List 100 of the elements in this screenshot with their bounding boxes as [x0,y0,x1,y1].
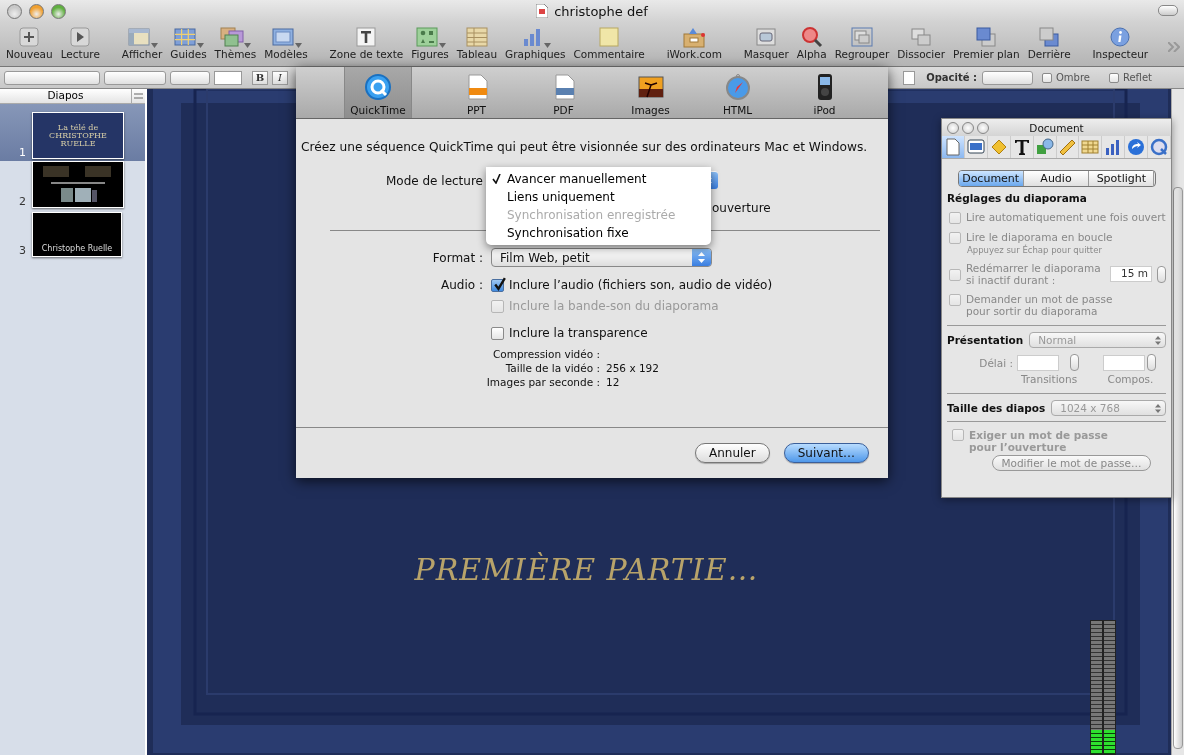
opacity-dropdown[interactable] [981,70,1033,85]
stepper[interactable] [1147,354,1156,371]
note-icon [597,26,622,48]
checkbox[interactable] [1108,72,1119,83]
field-label: Taille des diapos [947,402,1046,414]
info-value: 256 x 192 [606,361,660,375]
toolbar-button[interactable]: Dissocier [895,24,948,60]
cancel-button[interactable]: Annuler [695,443,770,463]
tab[interactable]: HTML [694,67,781,118]
arrow-circle-icon [1126,137,1147,157]
toolbar-button[interactable]: iWork.com [664,24,724,60]
group-icon [849,26,874,48]
checkbox[interactable] [491,326,504,340]
checkbox-label: Inclure la transparence [509,326,648,340]
tab[interactable]: Images [607,67,694,118]
toolbar-button[interactable]: Commentaire [571,24,647,60]
close-button[interactable] [7,4,22,19]
zoom-button[interactable] [51,4,66,19]
menu-item[interactable]: Liens uniquement [486,188,711,206]
scrollbar[interactable] [1171,89,1184,755]
field-label: Présentation [947,334,1024,346]
slide-thumbnail[interactable]: Christophe Ruelle [32,212,122,257]
toolbar-button[interactable]: Guides [168,24,209,60]
bold-button[interactable]: B [252,70,268,85]
tab[interactable]: iPod [781,67,868,118]
segment-tab[interactable]: Document [958,171,1024,186]
info-icon [1108,26,1133,48]
toolbar-button[interactable]: Nouveau [4,24,55,60]
checkbox[interactable] [491,278,504,292]
slide-number: 3 [18,244,26,257]
checkbox-label: Lire automatiquement une fois ouvert [966,211,1166,223]
toolbar-button[interactable]: Derrière [1025,24,1073,60]
delay-field[interactable] [1017,354,1059,371]
window-icon [126,26,151,48]
format-dropdown[interactable]: Film Web, petit [491,248,712,267]
field-label: Audio : [440,278,483,292]
menu-item[interactable]: Synchronisation fixe [486,224,711,242]
minimize-button[interactable] [29,4,44,19]
panel-menu-button[interactable] [132,89,145,103]
checkbox-label: Redémarrer le diaporama si inactif durant : [966,262,1102,286]
font-dropdown[interactable] [104,70,166,85]
checkbox-label: Demander un mot de passe pour sortir du diaporama [966,293,1114,317]
tab[interactable]: PPT [433,67,520,118]
tab[interactable]: QuickTime [344,67,412,118]
updown-arrows-icon [698,252,705,263]
overflow-chevron-icon[interactable] [1167,42,1180,52]
front-squares-icon [974,26,999,48]
segment-tab[interactable]: Audio [1023,171,1090,186]
toolbar-button[interactable]: Zone de texte [327,24,406,60]
stepper[interactable] [1070,354,1079,371]
slide-thumbnail[interactable]: La télé de CHRISTOPHE RUELLE [32,112,124,159]
info-label: Compression vidéo : [491,347,600,361]
play-icon [68,26,93,48]
toolbar-button[interactable]: Modèles [262,24,310,60]
window-control-button[interactable] [947,122,959,134]
italic-button[interactable]: I [272,70,288,85]
slide-row[interactable]: 2 [0,161,145,210]
toolbar-button[interactable]: Inspecteur [1090,24,1151,60]
toolbar-button[interactable]: Lecture [58,24,102,60]
slide-row[interactable]: 1 La télé de CHRISTOPHE RUELLE [0,104,145,161]
line-field[interactable] [903,70,916,85]
window-control-button[interactable] [962,122,974,134]
menu-item[interactable]: Avancer manuellement [486,170,711,188]
toolbar-button[interactable]: Tableau [454,24,500,60]
sunset-icon [636,73,665,101]
toolbar-toggle-button[interactable] [1158,5,1178,16]
window-control-button[interactable] [977,122,989,134]
size-dropdown[interactable] [170,70,210,85]
field-label: Mode de lecture [385,173,483,188]
document-icon [536,4,549,18]
shapes-icon [1034,137,1055,157]
compass-icon [723,73,752,101]
checkbox-label: Exiger un mot de passe pour l’ouverture [969,429,1109,453]
toolbar-button[interactable]: Thèmes [212,24,259,60]
field-caption: Transitions [1019,373,1079,385]
window-icon [965,137,986,157]
thumbnail-text: CHRISTOPHE [49,131,107,140]
segment-tab[interactable]: Spotlight [1089,171,1155,186]
stepper[interactable] [1157,265,1166,283]
quicktime-icon [364,73,392,101]
toolbar-button[interactable]: Premier plan [951,24,1022,60]
menu-icon [134,93,143,99]
frame-icon [754,26,779,48]
checkbox[interactable] [1041,72,1052,83]
updown-arrows-icon [1155,335,1161,345]
font-dropdown[interactable] [4,70,100,85]
toolbar-button[interactable]: Masquer [741,24,791,60]
toolbar-button[interactable]: Alpha [794,24,829,60]
tab[interactable]: PDF [520,67,607,118]
thumbnail-text: Christophe Ruelle [41,245,113,253]
slide-number: 2 [18,195,26,208]
toolbar-button[interactable]: Afficher [119,24,165,60]
color-field[interactable] [214,70,242,85]
toolbar-button[interactable]: Figures [409,24,451,60]
toolbar-button[interactable]: Graphiques [503,24,568,60]
toolbar-button[interactable]: Regrouper [832,24,892,60]
description-text: Créez une séquence QuickTime qui peut être visionnée sur des ordinateurs Mac et Windows. [301,140,869,155]
delay-field[interactable] [1103,354,1145,371]
slide-row[interactable]: 3 Christophe Ruelle [0,210,145,259]
next-button[interactable]: Suivant… [783,443,869,463]
